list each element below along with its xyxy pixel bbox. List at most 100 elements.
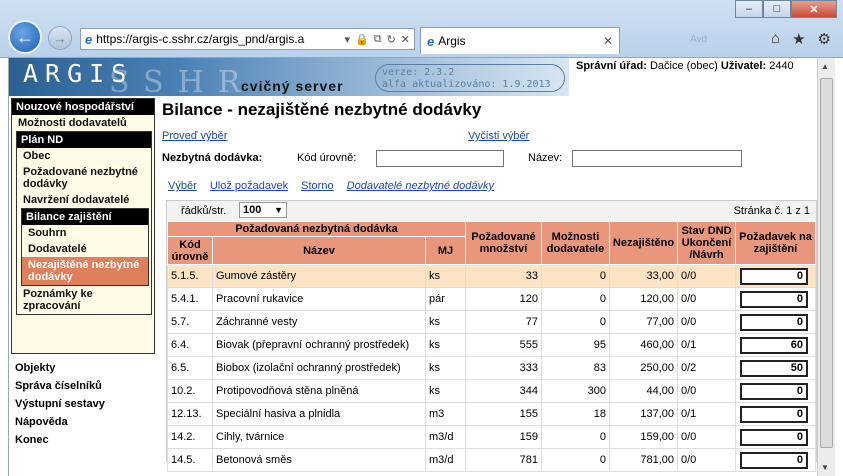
minimize-button[interactable]: – [735,0,763,18]
forward-button[interactable]: → [48,26,72,50]
pozadavek-input[interactable] [740,382,808,400]
table-row[interactable]: 6.4. Biovak (přepravní ochranný prostřede… [167,333,816,357]
toolbar-right: ⌂ ★ ⚙ [771,30,831,48]
cell-nazev: Biovak (přepravní ochranný prostředek) [212,333,426,357]
cell-kod: 12.13. [167,402,213,426]
table-row[interactable]: 5.4.1. Pracovní rukavice pár 120 0 120,00 0/0 [167,287,816,311]
table-row[interactable]: 14.5. Betonová směs m3/d 781 0 781,00 0/0 [167,448,816,472]
cell-nazev: Cihly, tvárnice [212,425,426,449]
sidebar-link-objekty[interactable]: Objekty [15,362,105,380]
maximize-button[interactable]: □ [763,0,791,18]
pozadavek-input[interactable] [740,290,808,308]
pozadavek-input[interactable] [740,405,808,423]
sidebar-item-dodavatele[interactable]: Dodavatelé [22,241,148,257]
close-window-button[interactable]: ✕ [791,0,837,18]
favorites-star-icon[interactable]: ★ [792,30,805,48]
vycisti-vyber-link[interactable]: Vyčisti výběr [468,130,529,142]
table-row[interactable]: 12.13. Speciální hasiva a plnidla m3 155 18 1… [167,402,816,426]
pozadavek-input[interactable] [740,451,808,469]
address-bar[interactable]: e https://argis-c.sshr.cz/argis_pnd/argi… [80,28,415,50]
home-icon[interactable]: ⌂ [771,30,780,48]
cell-kod: 14.5. [167,448,213,472]
table-container: řádků/str. 100 ▼ Stránka č. 1 z 1 Požado… [166,200,817,472]
cell-nazev: Gumové zástěry [212,264,426,288]
cell-stav: 0/0 [677,379,736,403]
tab-argis[interactable]: e Argis ✕ [420,27,620,54]
sidebar-link-ciselniky[interactable]: Správa číselníků [15,380,105,398]
cell-moznosti: 95 [541,333,610,357]
uloz-pozadavek-link[interactable]: Ulož požadavek [210,180,288,192]
pozadavek-input[interactable] [740,313,808,331]
lock-icon[interactable]: 🔒 [355,33,369,46]
cell-stav: 0/2 [677,356,736,380]
sidebar-section-nouzove[interactable]: Nouzové hospodářství [12,99,154,115]
cell-pozadovane: 77 [465,310,542,334]
sidebar-item-obec[interactable]: Obec [17,148,151,164]
cell-nezajisteno: 781,00 [609,448,678,472]
sidebar-item-navrzeni[interactable]: Navržení dodavatelé [17,192,151,208]
pozadavek-input[interactable] [740,359,808,377]
user-value: 2440 [769,60,794,72]
cell-kod: 6.4. [167,333,213,357]
cell-mj: ks [425,379,466,403]
sidebar-item-nezajistene[interactable]: Nezajištěné nezbytné dodávky [22,257,148,285]
app-header: SSHR ARGIS cvičný server verze: 2.3.2 al… [9,58,817,96]
cell-nazev: Záchranné vesty [212,310,426,334]
kod-input[interactable] [376,150,504,167]
rows-select[interactable]: 100 ▼ [239,202,287,218]
cell-mj: m3 [425,402,466,426]
window-controls: – □ ✕ [735,0,837,18]
cell-kod: 5.4.1. [167,287,213,311]
proved-vyber-link[interactable]: Proveď výběr [162,130,227,142]
cell-nazev: Speciální hasiva a plnidla [212,402,426,426]
pozadavek-input[interactable] [740,428,808,446]
cell-mj: pár [425,287,466,311]
scroll-down-icon[interactable]: ▼ [821,463,829,472]
sidebar-section-bilance[interactable]: Bilance zajištění [22,209,148,225]
vyber-link[interactable]: Výběr [168,180,197,192]
sidebar-item-pozadovane[interactable]: Požadované nezbytné dodávky [17,164,151,192]
nazev-input[interactable] [572,150,742,167]
back-button[interactable]: ← [8,20,42,54]
sidebar-link-napoveda[interactable]: Nápověda [15,416,105,434]
table-row[interactable]: 14.2. Cihly, tvárnice m3/d 159 0 159,00 0/0 [167,425,816,449]
sidebar-link-konec[interactable]: Konec [15,434,105,452]
sidebar-section-plan[interactable]: Plán ND [17,132,151,148]
gear-icon[interactable]: ⚙ [818,30,831,48]
scroll-thumb[interactable] [820,78,833,448]
browser-chrome: – □ ✕ ← → e https://argis-c.sshr.cz/argi… [0,0,843,58]
back-arrow-icon: ← [16,26,34,47]
refresh-icon[interactable]: ↻ [387,33,396,46]
page-title: Bilance - nezajištěné nezbytné dodávky [162,100,482,119]
sidebar-item-poznamky[interactable]: Poznámky ke zpracování [17,286,151,314]
scroll-up-icon[interactable]: ▲ [821,62,829,71]
table-row[interactable]: 5.7. Záchranné vesty ks 77 0 77,00 0/0 [167,310,816,334]
pozadavek-input[interactable] [740,336,808,354]
compat-icon[interactable]: ⧉ [374,33,382,46]
dodavatele-nd-link[interactable]: Dodavatelé nezbytné dodávky [347,180,494,192]
logo-banner: SSHR ARGIS cvičný server verze: 2.3.2 al… [9,58,569,96]
cell-nezajisteno: 460,00 [609,333,678,357]
table-row[interactable]: 5.1.5. Gumové zástěry ks 33 0 33,00 0/0 [167,264,816,288]
cell-nazev: Pracovní rukavice [212,287,426,311]
cell-moznosti: 300 [541,379,610,403]
table-row[interactable]: 10.2. Protipovodňová stěna plněná ks 344 300… [167,379,816,403]
tab-close-icon[interactable]: ✕ [603,34,613,48]
dropdown-icon[interactable]: ▾ [344,33,350,46]
col-mj: MJ [425,236,466,265]
table-row[interactable]: 6.5. Biobox (izolační ochranný prostředek… [167,356,816,380]
storno-link[interactable]: Storno [301,180,333,192]
cell-nezajisteno: 120,00 [609,287,678,311]
nd-label: Nezbytná dodávka: [162,152,263,164]
vertical-scrollbar[interactable]: ▲ ▼ [817,58,835,476]
cell-pozadovane: 159 [465,425,542,449]
address-url[interactable]: https://argis-c.sshr.cz/argis_pnd/argis.… [96,32,344,46]
sidebar-item-moznosti[interactable]: Možnosti dodavatelů [12,115,154,131]
stop-icon[interactable]: ✕ [401,33,410,46]
sidebar-link-sestavy[interactable]: Výstupní sestavy [15,398,105,416]
sidebar-item-souhrn[interactable]: Souhrn [22,225,148,241]
filter-links: Proveď výběr Vyčisti výběr [162,130,802,146]
cell-pozadovane: 33 [465,264,542,288]
pozadavek-input[interactable] [740,267,808,285]
cell-kod: 14.2. [167,425,213,449]
